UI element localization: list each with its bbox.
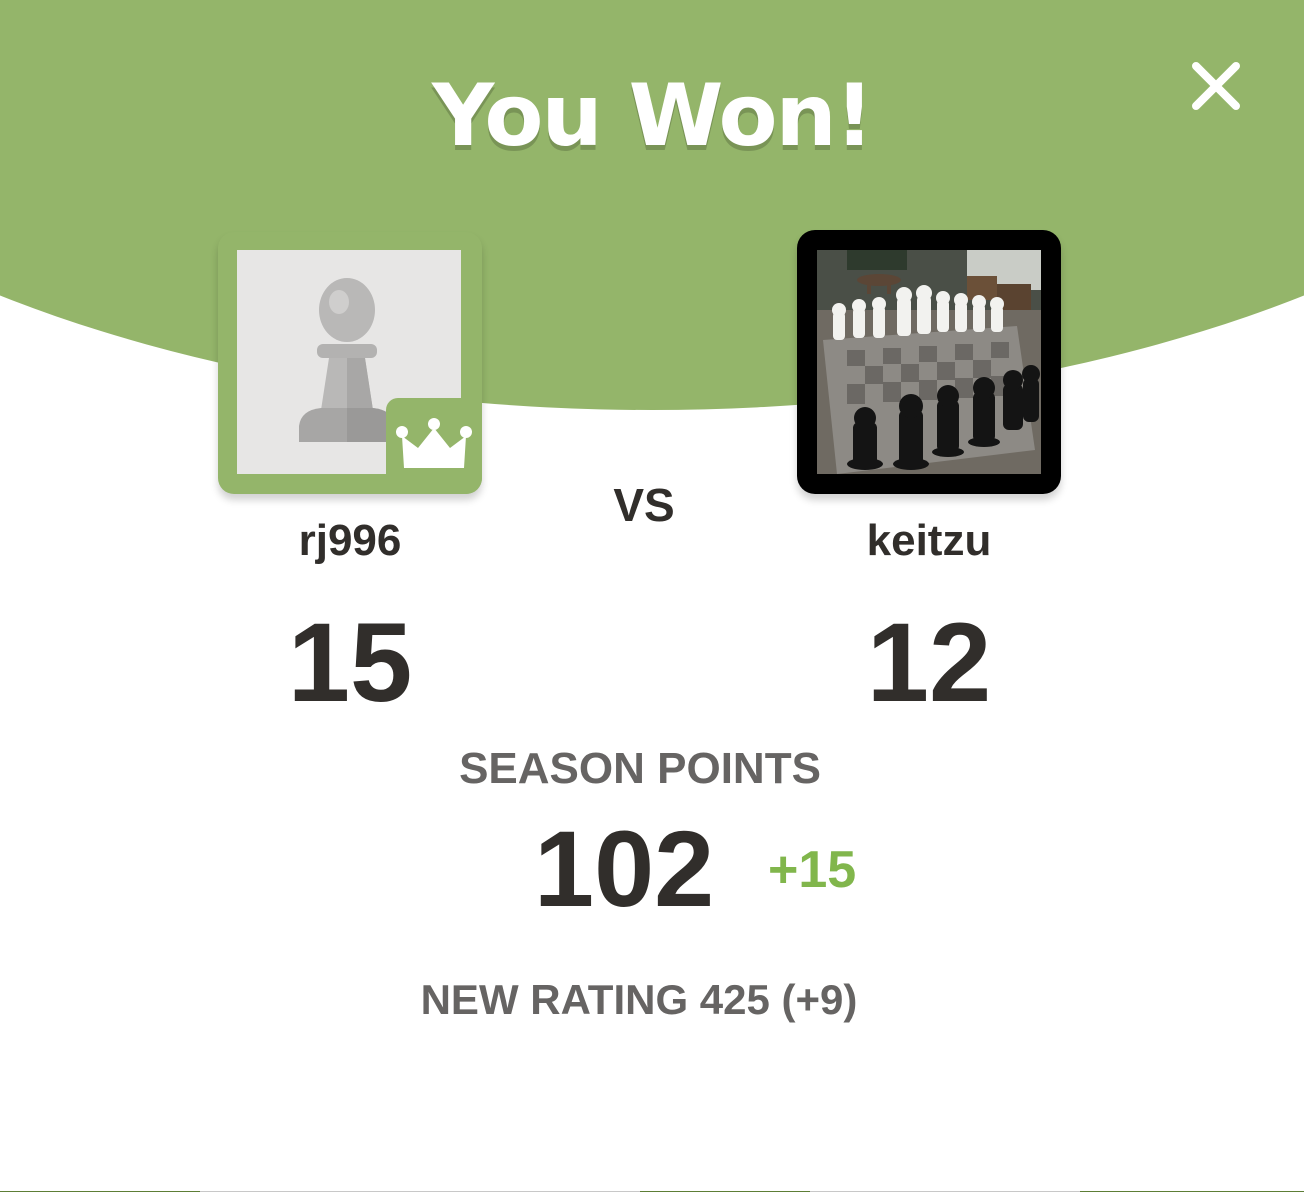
crown-icon <box>396 418 472 468</box>
player-name-right[interactable]: keitzu <box>779 516 1079 566</box>
season-points-value: 102 <box>534 808 715 929</box>
close-icon <box>1192 62 1240 110</box>
avatar-image <box>817 250 1041 474</box>
season-points-gain: +15 <box>768 841 857 899</box>
winner-badge <box>386 398 482 494</box>
player-score-left: 15 <box>287 600 413 725</box>
bottom-edge <box>0 1184 1304 1192</box>
player-name-left[interactable]: rj996 <box>200 516 500 566</box>
season-points-label: SEASON POINTS <box>459 744 821 793</box>
result-title: You Won! <box>432 66 874 166</box>
new-rating: NEW RATING 425 (+9) <box>420 976 858 1023</box>
player-score-right: 12 <box>866 600 992 725</box>
player-avatar-right[interactable] <box>797 230 1061 494</box>
close-button[interactable] <box>1186 56 1246 116</box>
header-background <box>0 0 1304 410</box>
game-over-modal: You Won! rj996 VS keitzu 15 12 SEASON PO… <box>0 0 1304 1192</box>
player-avatar-left[interactable] <box>218 232 482 494</box>
vs-label: VS <box>613 479 675 531</box>
chess-set-photo <box>817 250 1041 474</box>
